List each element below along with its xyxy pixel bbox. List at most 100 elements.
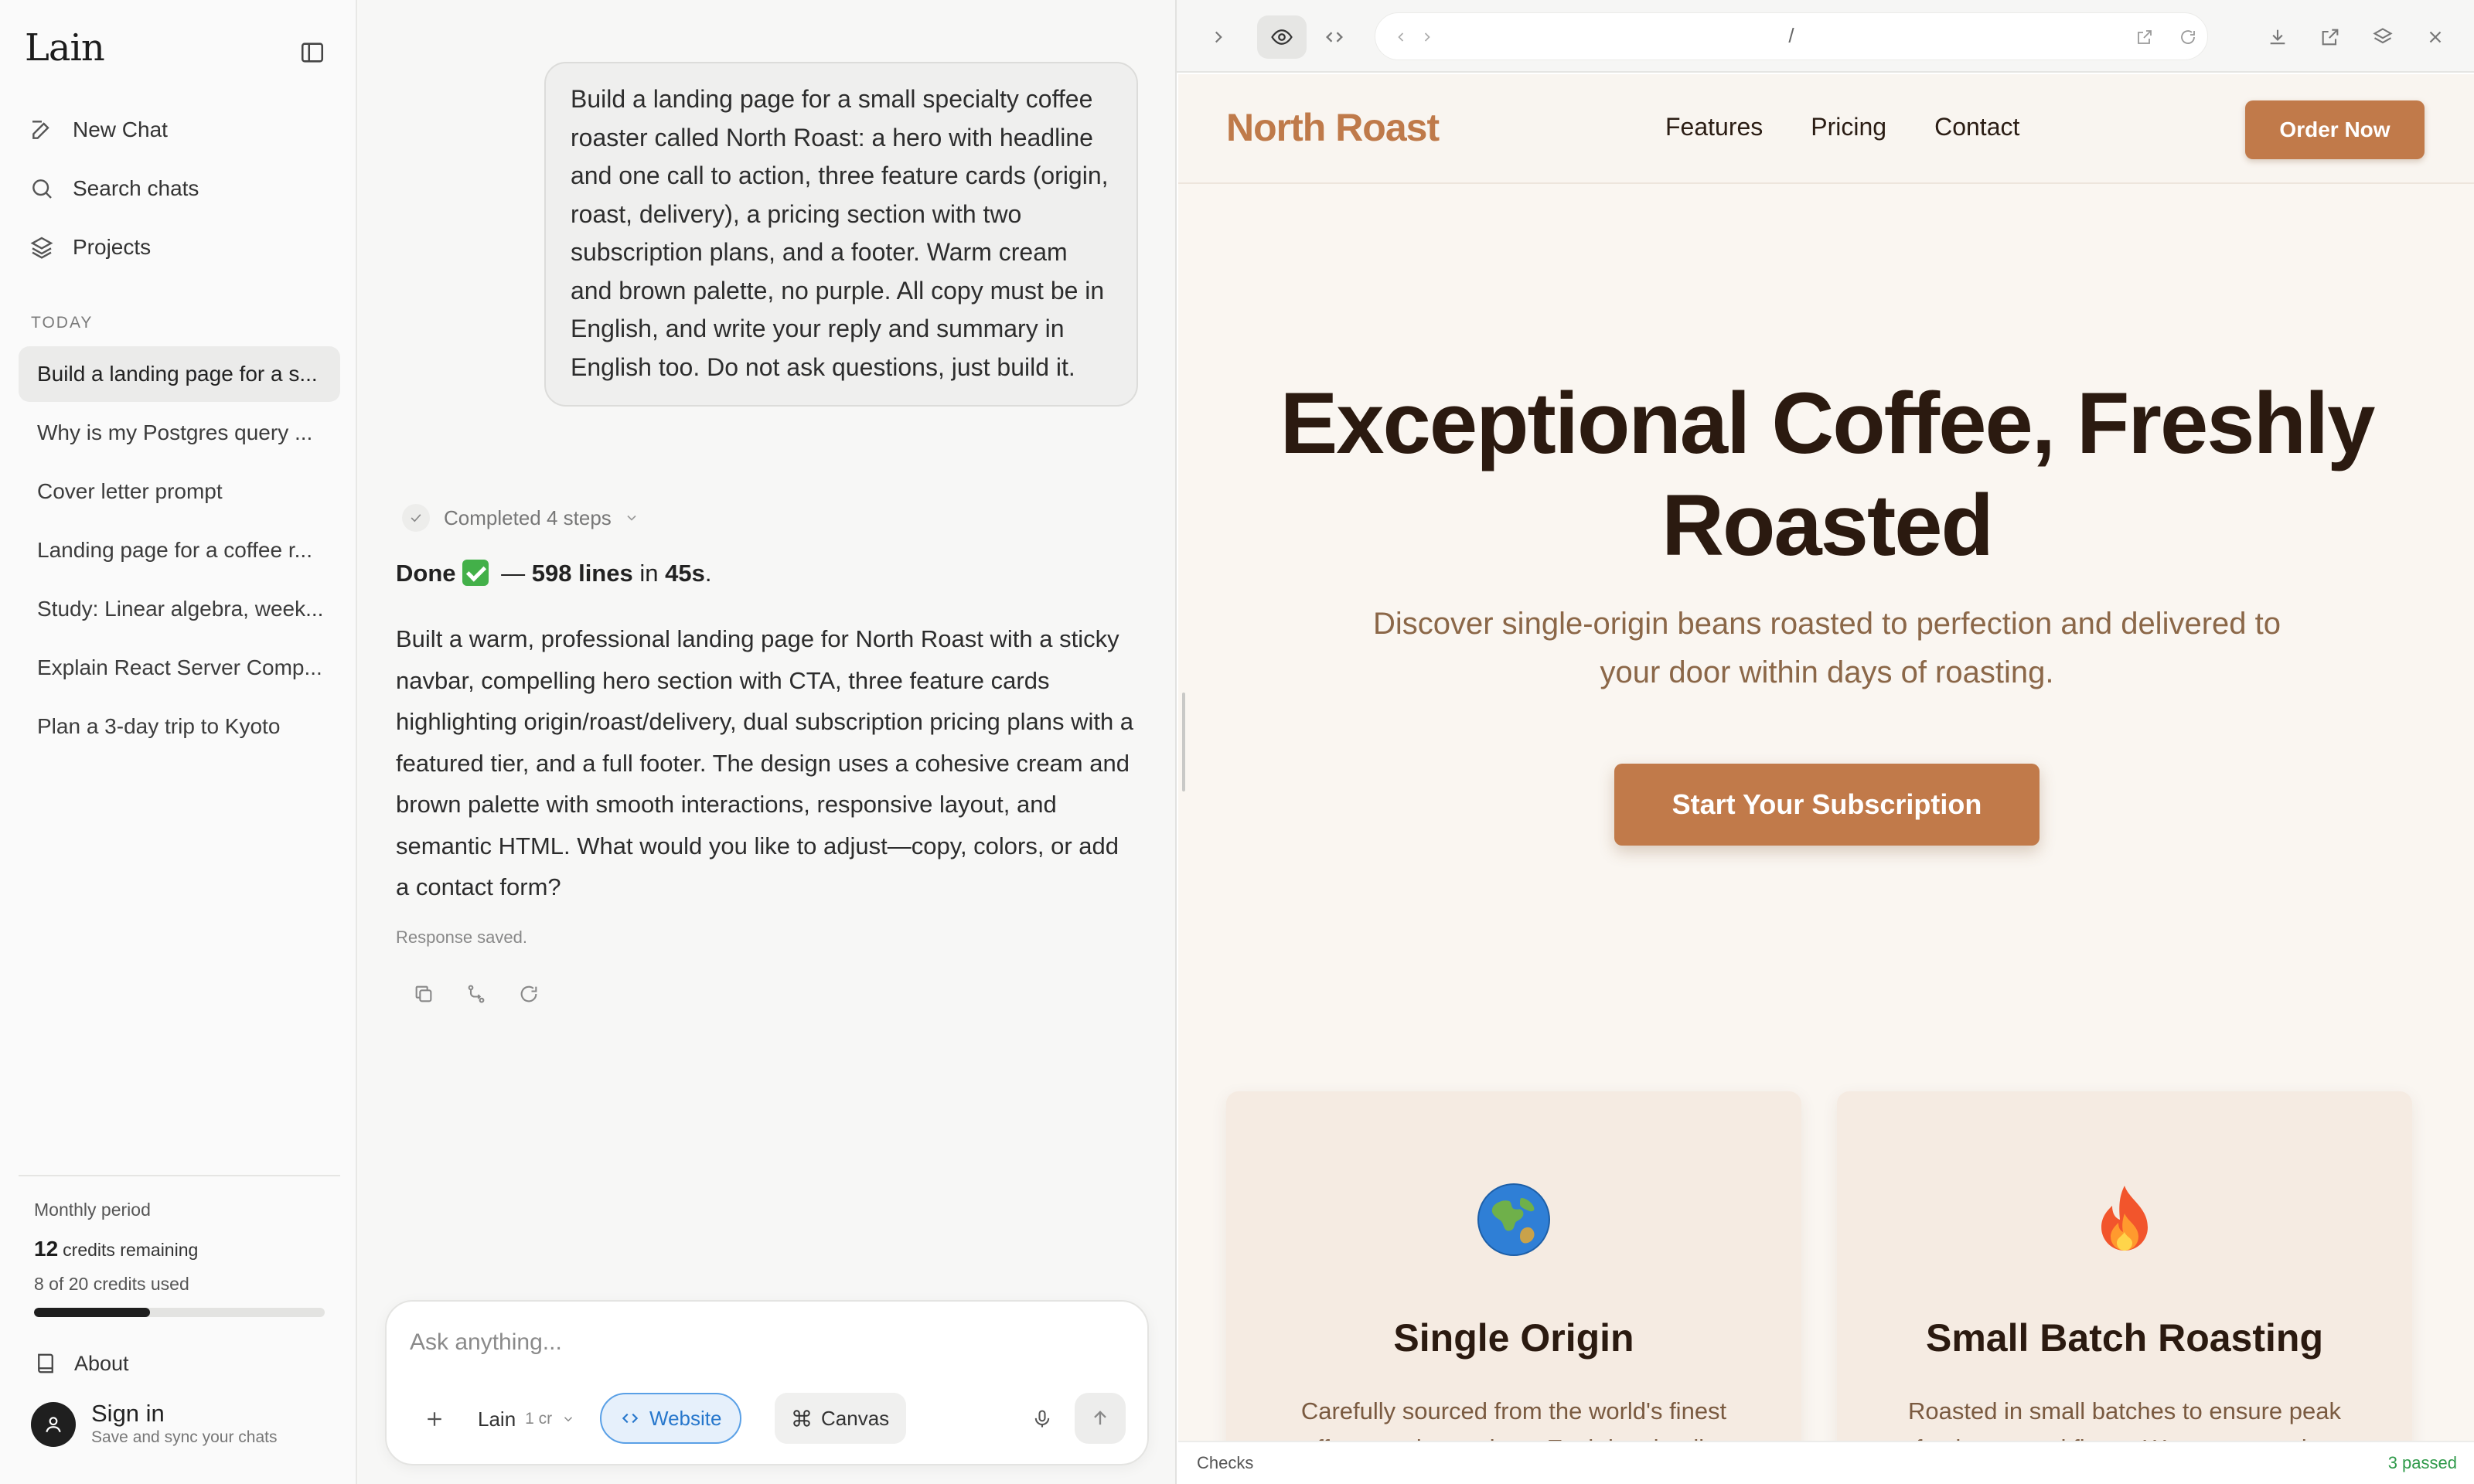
chevron-down-icon [564, 1417, 573, 1422]
website-label: Website [649, 1406, 722, 1430]
new-chat-button[interactable]: New Chat [19, 102, 340, 158]
branch-icon [468, 985, 485, 1003]
done-summary: Done — 598 lines in 45s. [396, 560, 711, 587]
canvas-mode-toggle[interactable]: Canvas [775, 1393, 907, 1444]
expand-button[interactable] [1201, 20, 1235, 54]
fire-icon [2101, 1186, 2148, 1251]
chat-item[interactable]: Study: Linear algebra, week... [19, 581, 340, 637]
about-link[interactable]: About [34, 1345, 129, 1382]
hero-subtitle: Discover single-origin beans roasted to … [1372, 607, 2281, 689]
layers-icon [30, 237, 53, 259]
site-brand[interactable]: North Roast [1226, 105, 1440, 150]
reload-button[interactable] [2175, 24, 2201, 50]
plus-icon [428, 1412, 441, 1426]
user-message-bubble: Build a landing page for a small special… [544, 62, 1138, 407]
start-subscription-button[interactable]: Start Your Subscription [1614, 764, 2040, 846]
chat-item-label: Why is my Postgres query ... [37, 420, 313, 444]
response-saved-label: Response saved. [396, 928, 527, 947]
code-view-button[interactable] [1317, 20, 1351, 54]
download-icon [2270, 29, 2285, 45]
assistant-reply: Built a warm, professional landing page … [396, 625, 1134, 900]
chevron-right-icon [1215, 31, 1222, 43]
done-lines: 598 lines [531, 560, 633, 587]
branch-button[interactable] [462, 980, 490, 1008]
credits-remaining: 12 credits remaining [34, 1237, 198, 1261]
avatar [31, 1402, 76, 1447]
feature-card: Small Batch Roasting Roasted in small ba… [1837, 1091, 2412, 1441]
steps-toggle[interactable]: Completed 4 steps [402, 504, 639, 532]
search-icon [32, 179, 52, 199]
send-button[interactable] [1075, 1393, 1126, 1444]
external-link-icon [2138, 30, 2152, 44]
site-nav-links: Features Pricing Contact [1665, 113, 2019, 141]
search-chats-button[interactable]: Search chats [19, 161, 340, 216]
microphone-icon [1034, 1410, 1050, 1428]
open-new-window-button[interactable] [2313, 20, 2347, 54]
model-selector[interactable]: Lain 1 cr [478, 1402, 575, 1436]
composer: Lain 1 cr Website Canvas [385, 1300, 1149, 1465]
chat-item[interactable]: Build a landing page for a s... [19, 346, 340, 402]
app-window: Lain New Chat Search chats Projects TODA… [0, 0, 2474, 1484]
order-now-button[interactable]: Order Now [2245, 100, 2425, 159]
chat-panel: Build a landing page for a small special… [359, 0, 1175, 1484]
open-external-button[interactable] [2132, 24, 2158, 50]
sidebar-toggle-button[interactable] [297, 37, 328, 68]
external-link-icon [2322, 29, 2339, 46]
chat-item[interactable]: Plan a 3-day trip to Kyoto [19, 699, 340, 754]
close-icon [2429, 31, 2442, 43]
download-button[interactable] [2261, 20, 2295, 54]
chat-item[interactable]: Why is my Postgres query ... [19, 405, 340, 461]
sidebar: Lain New Chat Search chats Projects TODA… [0, 0, 357, 1484]
nav-link-features[interactable]: Features [1665, 113, 1763, 141]
checks-bar[interactable]: Checks 3 passed [1178, 1441, 2474, 1484]
chat-item[interactable]: Explain React Server Comp... [19, 640, 340, 696]
globe-icon [1477, 1183, 1550, 1256]
done-dash: — [501, 560, 526, 587]
close-preview-button[interactable] [2418, 20, 2452, 54]
layers-icon [2373, 28, 2393, 44]
credits-used: 8 of 20 credits used [34, 1274, 189, 1294]
chat-item-label: Study: Linear algebra, week... [37, 597, 324, 621]
check-mark-icon [462, 560, 489, 586]
section-label-today: TODAY [31, 314, 94, 332]
chat-item-label: Explain React Server Comp... [37, 655, 322, 679]
copy-button[interactable] [410, 980, 438, 1008]
voice-input-button[interactable] [1025, 1402, 1059, 1436]
chat-item-label: Cover letter prompt [37, 479, 223, 503]
attach-button[interactable] [417, 1402, 452, 1436]
app-logo: Lain [25, 26, 105, 70]
credits-remaining-label: credits remaining [63, 1240, 199, 1260]
projects-button[interactable]: Projects [19, 220, 340, 275]
refresh-icon [2181, 30, 2195, 44]
chat-item[interactable]: Cover letter prompt [19, 464, 340, 519]
chat-item-label: Landing page for a coffee r... [37, 538, 312, 562]
book-icon [38, 1353, 53, 1373]
preview-panel: / North Roast Features Pricing Contact O… [1175, 0, 2474, 1484]
credits-remaining-count: 12 [34, 1237, 59, 1261]
website-mode-toggle[interactable]: Website [600, 1393, 742, 1444]
sign-in-subtitle: Save and sync your chats [91, 1428, 278, 1446]
hero-title: Exceptional Coffee, Freshly Roasted [1280, 375, 2376, 574]
preview-toolbar: / [1177, 0, 2474, 73]
sign-in-button[interactable]: Sign in Save and sync your chats [31, 1401, 277, 1448]
url-bar[interactable]: / [1375, 12, 2208, 60]
message-input[interactable] [410, 1329, 1106, 1356]
edit-icon [32, 121, 49, 139]
arrow-up-icon [1094, 1411, 1106, 1425]
panel-resize-handle[interactable] [1182, 693, 1185, 791]
nav-link-pricing[interactable]: Pricing [1811, 113, 1886, 141]
nav-link-contact[interactable]: Contact [1934, 113, 2019, 141]
done-in: in [639, 560, 659, 587]
sign-in-title: Sign in [91, 1400, 165, 1427]
chevron-down-icon [627, 515, 636, 521]
model-credit: 1 cr [525, 1410, 553, 1428]
feature-card: Single Origin Carefully sourced from the… [1226, 1091, 1801, 1441]
credits-progress-fill [34, 1308, 151, 1317]
preview-view-button[interactable] [1257, 15, 1307, 59]
site-navbar: North Roast Features Pricing Contact Ord… [1178, 74, 2474, 184]
new-chat-label: New Chat [73, 117, 168, 141]
regenerate-button[interactable] [515, 980, 543, 1008]
user-icon [46, 1417, 61, 1433]
chat-item[interactable]: Landing page for a coffee r... [19, 522, 340, 578]
layers-button[interactable] [2366, 20, 2400, 54]
